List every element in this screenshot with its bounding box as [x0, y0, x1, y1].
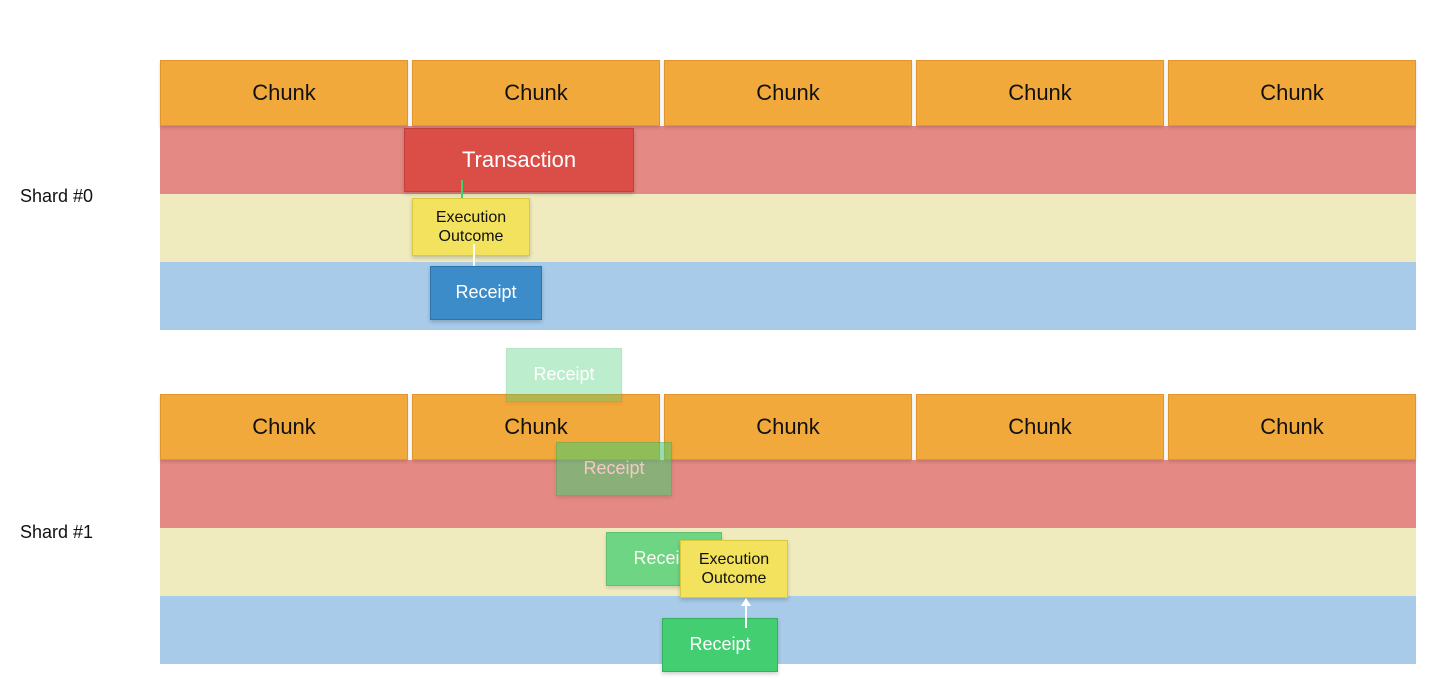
execution-outcome-box-1: Execution Outcome — [680, 540, 788, 598]
chunk-cell: Chunk — [160, 60, 408, 126]
shard-1-label: Shard #1 — [20, 522, 93, 543]
transaction-box: Transaction — [404, 128, 634, 192]
chunk-cell: Chunk — [664, 394, 912, 460]
diagram-stage: Shard #0 Chunk Chunk Chunk Chunk Chunk S… — [0, 0, 1449, 700]
shard-1-lanes: Chunk Chunk Chunk Chunk Chunk — [160, 394, 1416, 664]
chunk-cell: Chunk — [1168, 60, 1416, 126]
shard-1-band-receipts — [160, 596, 1416, 664]
shard-1-band-outcomes — [160, 528, 1416, 596]
receipt-propagation-step-2: Receipt — [556, 442, 672, 496]
shard-0-chunk-row: Chunk Chunk Chunk Chunk Chunk — [160, 60, 1416, 126]
receipt-box-shard1-final: Receipt — [662, 618, 778, 672]
shard-0-lanes: Chunk Chunk Chunk Chunk Chunk — [160, 60, 1416, 330]
shard-0-band-transactions — [160, 126, 1416, 194]
chunk-cell: Chunk — [916, 394, 1164, 460]
execution-outcome-box-0: Execution Outcome — [412, 198, 530, 256]
chunk-cell: Chunk — [916, 60, 1164, 126]
chunk-cell: Chunk — [664, 60, 912, 126]
chunk-cell: Chunk — [1168, 394, 1416, 460]
shard-0-band-receipts — [160, 262, 1416, 330]
shard-0-label: Shard #0 — [20, 186, 93, 207]
shard-1-chunk-row: Chunk Chunk Chunk Chunk Chunk — [160, 394, 1416, 460]
chunk-cell: Chunk — [412, 60, 660, 126]
chunk-cell: Chunk — [160, 394, 408, 460]
shard-0-band-outcomes — [160, 194, 1416, 262]
receipt-propagation-step-1: Receipt — [506, 348, 622, 402]
receipt-box-shard0: Receipt — [430, 266, 542, 320]
shard-1-band-transactions — [160, 460, 1416, 528]
